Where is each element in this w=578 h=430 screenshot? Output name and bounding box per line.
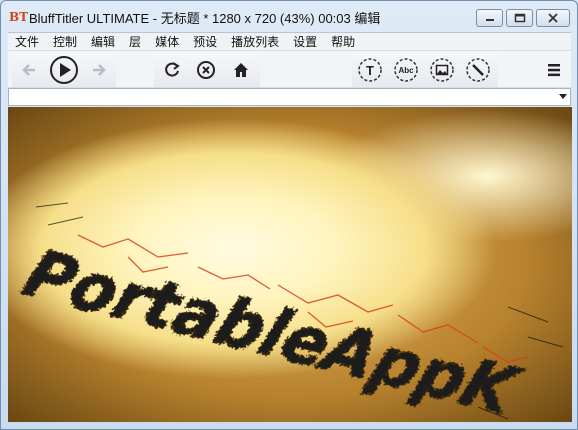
text-layer-label: T bbox=[366, 63, 374, 78]
text-layer-icon: T bbox=[358, 58, 382, 82]
preview-canvas[interactable]: PortableAppK bbox=[8, 107, 572, 422]
forward-button[interactable] bbox=[84, 55, 114, 85]
menu-presets[interactable]: 预设 bbox=[186, 33, 224, 51]
layer-group: T Abc bbox=[352, 53, 498, 87]
menu-file[interactable]: 文件 bbox=[8, 33, 46, 51]
title-bar: BT BluffTitler ULTIMATE - 无标题 * 1280 x 7… bbox=[1, 1, 577, 32]
back-button[interactable] bbox=[14, 55, 44, 85]
maximize-button[interactable] bbox=[506, 9, 533, 27]
maximize-icon bbox=[514, 13, 525, 23]
layer-dropdown[interactable] bbox=[8, 88, 571, 106]
app-window: BT BluffTitler ULTIMATE - 无标题 * 1280 x 7… bbox=[0, 0, 578, 430]
picture-layer-icon bbox=[430, 58, 454, 82]
play-button[interactable] bbox=[49, 55, 79, 85]
home-icon bbox=[234, 63, 248, 77]
home-button[interactable] bbox=[226, 55, 256, 85]
menu-settings[interactable]: 设置 bbox=[286, 33, 324, 51]
add-line-layer-button[interactable] bbox=[463, 55, 493, 85]
main-menu-button[interactable] bbox=[539, 55, 569, 85]
play-icon bbox=[50, 56, 78, 84]
menu-control[interactable]: 控制 bbox=[46, 33, 84, 51]
abc-layer-label: Abc bbox=[398, 66, 414, 75]
back-arrow-icon bbox=[22, 64, 35, 76]
stop-button[interactable] bbox=[191, 55, 221, 85]
hamburger-menu-icon bbox=[548, 64, 560, 77]
toolbar: T Abc bbox=[8, 50, 571, 88]
close-button[interactable] bbox=[536, 9, 570, 27]
abc-layer-icon: Abc bbox=[394, 58, 418, 82]
add-text-layer-button[interactable]: T bbox=[355, 55, 385, 85]
add-picture-layer-button[interactable] bbox=[427, 55, 457, 85]
minimize-icon bbox=[485, 19, 494, 21]
preview-render: PortableAppK bbox=[13, 202, 564, 422]
line-layer-icon bbox=[466, 58, 490, 82]
menu-playlist[interactable]: 播放列表 bbox=[224, 33, 286, 51]
minimize-button[interactable] bbox=[476, 9, 503, 27]
forward-arrow-icon bbox=[93, 64, 106, 76]
edit-group bbox=[154, 53, 260, 87]
menu-media[interactable]: 媒体 bbox=[148, 33, 186, 51]
app-logo-icon: BT bbox=[9, 10, 29, 24]
menu-edit[interactable]: 编辑 bbox=[84, 33, 122, 51]
add-abc-layer-button[interactable]: Abc bbox=[391, 55, 421, 85]
dropdown-arrow-icon bbox=[559, 94, 567, 99]
playback-group bbox=[12, 53, 116, 87]
refresh-button[interactable] bbox=[157, 55, 187, 85]
window-title: BluffTitler ULTIMATE - 无标题 * 1280 x 720 … bbox=[29, 11, 381, 26]
menu-layer[interactable]: 层 bbox=[122, 33, 148, 51]
menu-bar: 文件 控制 编辑 层 媒体 预设 播放列表 设置 帮助 bbox=[8, 32, 571, 50]
close-icon bbox=[548, 13, 558, 23]
refresh-icon bbox=[165, 62, 180, 77]
stop-icon bbox=[197, 61, 215, 79]
menu-help[interactable]: 帮助 bbox=[324, 33, 362, 51]
